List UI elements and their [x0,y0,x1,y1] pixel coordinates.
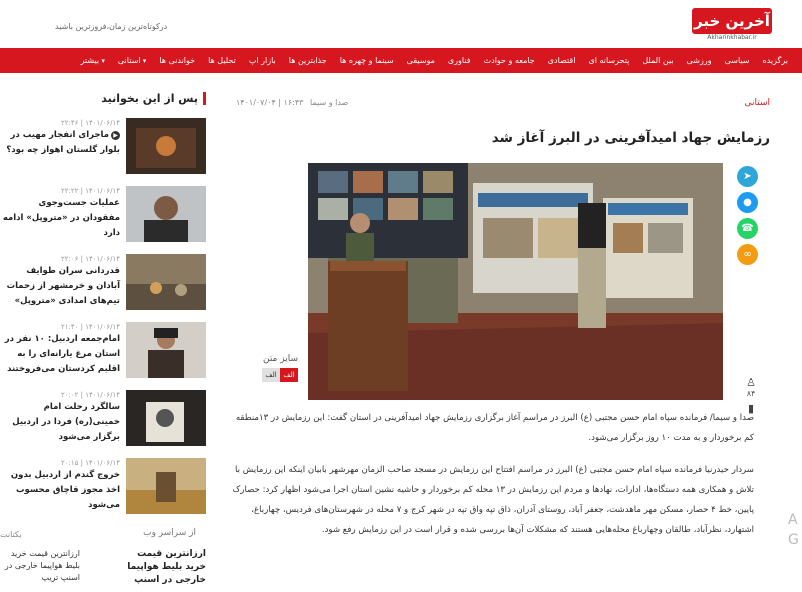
news-headline-text: عملیات جست‌وجوی مفقودان در «متروپل» ادام… [2,198,120,238]
news-thumbnail[interactable] [126,186,206,242]
article-service: صدا و سیما [310,98,349,107]
news-thumbnail[interactable] [126,390,206,446]
twitter-icon[interactable]: ● [737,192,758,213]
news-time: ۱۴۰۱/۰۶/۱۴ | ۲۱:۴۰ [60,323,120,331]
news-headline[interactable]: امام‌جمعه اردبیل: ۱۰ نفر در استان مرغ یا… [0,332,120,377]
link-icon[interactable]: ∞ [737,244,758,265]
nav-item[interactable]: پتحرسانه ای [588,48,629,73]
sidebar-news-item[interactable]: ۱۴۰۱/۰۶/۱۴ | ۲۰:۱۵ خروج گندم از اردبیل بد… [0,458,206,520]
nav-item[interactable]: سینما و چهره ها [340,48,394,73]
views-count: ۸۴ [746,389,756,398]
article-title: رزمایش جهاد امیدآفرینی در البرز آغاز شد [491,130,770,146]
news-headline-text: امام‌جمعه اردبیل: ۱۰ نفر در استان مرغ یا… [4,334,120,374]
font-decrease-button[interactable]: الف [262,368,280,382]
article-meta: استانی صدا و سیما ۱۴۰۱/۰۷/۰۴ | ۱۶:۴۳ [230,98,770,112]
sidebar-news-item[interactable]: ۱۴۰۱/۰۶/۱۴ | ۲۲:۴۶ ▶ماجرای انفجار مهیب در… [0,118,206,180]
article-paragraph: سردار حیدرنیا فرمانده سپاه امام حسن مجتب… [232,465,754,535]
news-headline[interactable]: ▶ماجرای انفجار مهیب در بلوار گلستان اهوا… [0,128,120,158]
nav-item[interactable]: بیشتر [81,48,105,74]
article-body: صدا و سیما/ فرمانده سپاه امام حسن مجتبی … [230,408,754,552]
nav-item[interactable]: تحلیل ها [208,48,236,73]
views-icon: ♙ [746,376,756,389]
news-thumbnail[interactable] [126,118,206,174]
yektanet-logo[interactable]: یکتانت [0,530,22,539]
news-time: ۱۴۰۱/۰۶/۱۴ | ۲۲:۴۶ [60,119,120,127]
sidebar-news-item[interactable]: ۱۴۰۱/۰۶/۱۴ | ۲۰:۰۲ سالگرد رحلت امام خمینی… [0,390,206,452]
web-section-header: از سراسر وب یکتانت [0,528,206,542]
site-tagline: درکوتاه‌ترین زمان،فروزترین باشید [55,22,168,31]
font-size-label: سایز متن [262,354,298,364]
article-category[interactable]: استانی [744,98,770,108]
nav-item[interactable]: اقتصادی [548,48,576,73]
news-headline[interactable]: خروج گندم از اردبیل بدون اخذ مجوز قاچاق … [0,468,120,513]
sidebar-heading: پس از این بخوانید [0,92,206,105]
nav-item[interactable]: استانی [118,48,146,74]
web-item-title: ارزانترین قیمت خرید بلیط هواپیما خارجی د… [4,549,80,582]
logo-subtitle: Akharinkhabar.ir [707,34,757,41]
main-navigation: برگزیده سیاسی ورزشی بین الملل پتحرسانه ای اقت… [0,48,802,73]
nav-item[interactable]: بازار اپ [249,48,276,73]
sidebar-news-item[interactable]: ۱۴۰۱/۰۶/۱۴ | ۲۲:۰۶ قدردانی سران طوایف آبا… [0,254,206,316]
nav-item[interactable]: خواندنی ها [159,48,195,73]
nav-item[interactable]: فناوری [448,48,471,73]
news-thumbnail[interactable] [126,322,206,378]
web-item[interactable]: ارزانترین قیمت خرید بلیط هواپیما خارجی د… [120,548,206,587]
logo-text: آخرین خبر [692,8,772,34]
news-thumbnail[interactable] [126,458,206,514]
news-time: ۱۴۰۱/۰۶/۱۴ | ۲۰:۱۵ [60,459,120,467]
sidebar-news-item[interactable]: ۱۴۰۱/۰۶/۱۴ | ۲۲:۲۲ عملیات جست‌وجوی مفقودا… [0,186,206,248]
edge-letters: AG [788,512,799,548]
site-header: آخرین خبر Akharinkhabar.ir درکوتاه‌ترین … [0,0,802,48]
web-item-title: ارزانترین قیمت خرید بلیط هواپیما خارجی د… [127,549,206,585]
site-logo[interactable]: آخرین خبر Akharinkhabar.ir [692,8,772,42]
article-area: استانی صدا و سیما ۱۴۰۱/۰۷/۰۴ | ۱۶:۴۳ رزم… [230,86,770,592]
news-time: ۱۴۰۱/۰۶/۱۴ | ۲۰:۰۲ [60,391,120,399]
article-date: ۱۴۰۱/۰۷/۰۴ | ۱۶:۴۳ [236,98,304,107]
sidebar-news-item[interactable]: ۱۴۰۱/۰۶/۱۴ | ۲۱:۴۰ امام‌جمعه اردبیل: ۱۰ ن… [0,322,206,384]
font-size-control: سایز متن الف الف [248,354,298,382]
nav-item[interactable]: سیاسی [725,48,750,73]
article-photo [308,163,723,400]
nav-item[interactable]: موسیقی [407,48,435,73]
news-headline-text: خروج گندم از اردبیل بدون اخذ مجوز قاچاق … [10,470,120,510]
nav-item[interactable]: جامعه و حوادث [484,48,535,73]
news-headline[interactable]: سالگرد رحلت امام خمینی(ره) فردا در اردبی… [0,400,120,445]
sidebar: پس از این بخوانید ۱۴۰۱/۰۶/۱۴ | ۲۲:۴۶ ▶ماج… [0,86,206,592]
nav-item[interactable]: ورزشی [687,48,712,73]
news-time: ۱۴۰۱/۰۶/۱۴ | ۲۲:۰۶ [60,255,120,263]
news-headline-text: سالگرد رحلت امام خمینی(ره) فردا در اردبی… [12,402,120,442]
news-headline-text: ماجرای انفجار مهیب در بلوار گلستان اهواز… [6,130,120,155]
video-play-icon: ▶ [111,131,120,140]
web-item[interactable]: ارزانترین قیمت خرید بلیط هواپیما خارجی د… [0,548,80,584]
news-time: ۱۴۰۱/۰۶/۱۴ | ۲۲:۲۲ [60,187,120,195]
share-bar: ➤ ● ☎ ∞ [737,166,759,270]
news-headline-text: قدردانی سران طوایف آبادان و خرمشهر از زح… [6,266,120,306]
news-headline[interactable]: عملیات جست‌وجوی مفقودان در «متروپل» ادام… [0,196,120,241]
article-paragraph: صدا و سیما/ فرمانده سپاه امام حسن مجتبی … [235,413,754,443]
nav-item[interactable]: بین الملل [642,48,673,73]
news-thumbnail[interactable] [126,254,206,310]
whatsapp-icon[interactable]: ☎ [737,218,758,239]
news-headline[interactable]: قدردانی سران طوایف آبادان و خرمشهر از زح… [0,264,120,309]
telegram-icon[interactable]: ➤ [737,166,758,187]
font-increase-button[interactable]: الف [280,368,298,382]
web-section-title: از سراسر وب [143,528,196,538]
nav-item[interactable]: جذابترین ها [289,48,327,73]
nav-item[interactable]: برگزیده [763,48,788,73]
